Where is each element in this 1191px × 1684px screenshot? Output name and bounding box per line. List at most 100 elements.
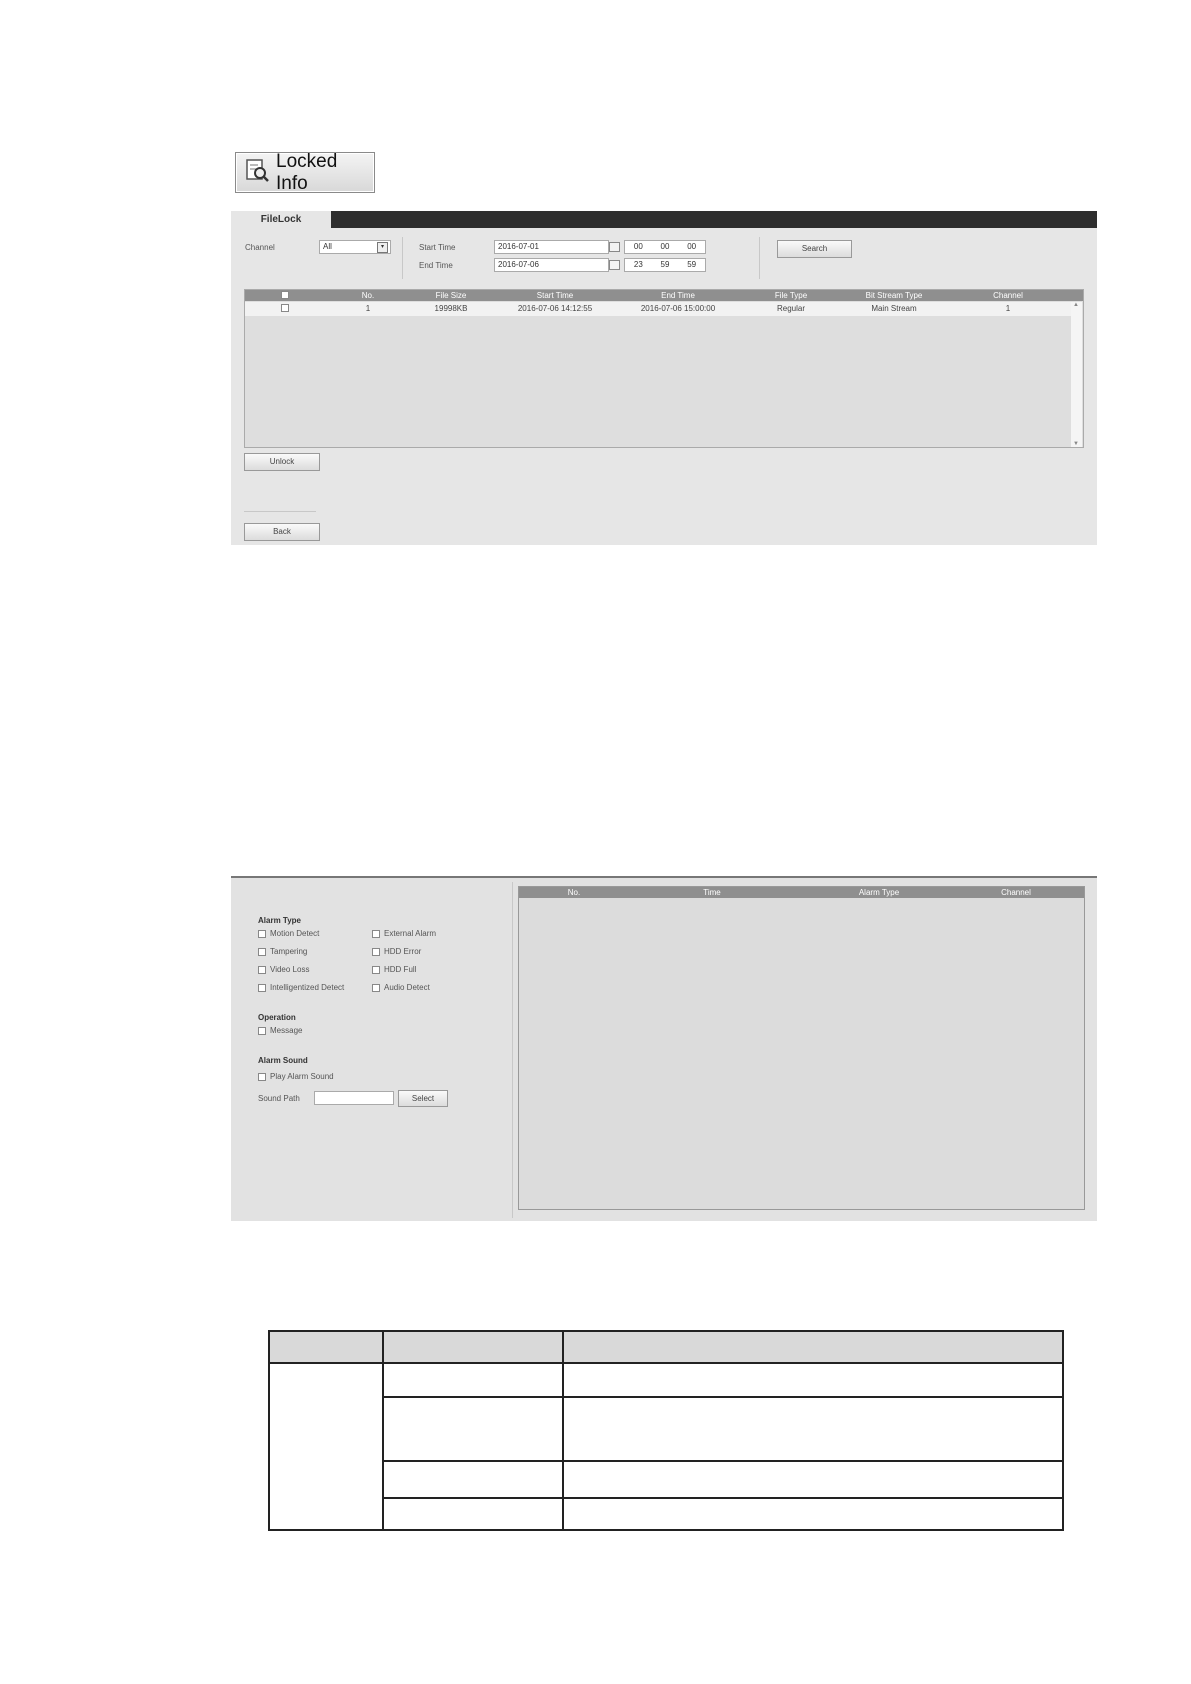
checkbox[interactable] bbox=[258, 1026, 266, 1035]
sound-path-input[interactable] bbox=[314, 1091, 394, 1105]
start-date-input[interactable]: 2016-07-01 bbox=[494, 240, 609, 254]
start-second[interactable]: 00 bbox=[687, 241, 696, 253]
divider bbox=[512, 882, 513, 1218]
row-checkbox[interactable] bbox=[281, 304, 289, 312]
alarm-sound-title: Alarm Sound bbox=[258, 1056, 308, 1065]
select-all-checkbox[interactable] bbox=[281, 291, 289, 299]
video-loss-option[interactable]: Video Loss bbox=[258, 965, 309, 974]
table-cell bbox=[562, 1460, 1064, 1499]
col-no: No. bbox=[567, 888, 581, 897]
start-time-label: Start Time bbox=[419, 243, 456, 252]
external-alarm-option[interactable]: External Alarm bbox=[372, 929, 436, 938]
table-row bbox=[269, 1396, 1064, 1462]
table-cell bbox=[382, 1396, 564, 1462]
calendar-icon[interactable] bbox=[609, 242, 620, 252]
tab-filelock[interactable]: FileLock bbox=[231, 211, 331, 231]
filelock-panel: FileLock Channel All ▾ Start Time 2016-0… bbox=[231, 211, 1097, 545]
chevron-down-icon[interactable]: ▾ bbox=[377, 242, 388, 253]
table-cell bbox=[268, 1362, 384, 1531]
motion-detect-option[interactable]: Motion Detect bbox=[258, 929, 319, 938]
end-second[interactable]: 59 bbox=[687, 259, 696, 271]
table-cell bbox=[382, 1362, 564, 1398]
operation-title: Operation bbox=[258, 1013, 296, 1022]
end-time-label: End Time bbox=[419, 261, 453, 270]
col-file-size: File Size bbox=[435, 291, 467, 300]
cell-start-time: 2016-07-06 14:12:55 bbox=[517, 304, 593, 313]
search-button[interactable]: Search bbox=[777, 240, 852, 258]
col-start-time: Start Time bbox=[536, 291, 574, 300]
end-time-input[interactable]: 23 59 59 bbox=[624, 258, 706, 272]
alarm-panel: Alarm Type Motion Detect External Alarm … bbox=[231, 876, 1097, 1221]
scrollbar[interactable]: ▲ ▼ bbox=[1071, 302, 1082, 447]
end-minute[interactable]: 59 bbox=[661, 259, 670, 271]
table-row bbox=[269, 1460, 1064, 1499]
table-cell bbox=[382, 1497, 564, 1531]
checkbox[interactable] bbox=[258, 929, 266, 938]
start-minute[interactable]: 00 bbox=[661, 241, 670, 253]
scroll-up-icon[interactable]: ▲ bbox=[1073, 302, 1079, 308]
alarm-list-header: No. Time Alarm Type Channel bbox=[519, 887, 1084, 898]
play-alarm-sound-option[interactable]: Play Alarm Sound bbox=[258, 1072, 334, 1081]
table-cell bbox=[382, 1460, 564, 1499]
option-label: External Alarm bbox=[384, 929, 437, 938]
audio-detect-option[interactable]: Audio Detect bbox=[372, 983, 430, 992]
table-cell bbox=[562, 1497, 1064, 1531]
checkbox[interactable] bbox=[258, 965, 266, 974]
option-label: Audio Detect bbox=[384, 983, 430, 992]
message-option[interactable]: Message bbox=[258, 1026, 302, 1035]
divider bbox=[759, 237, 760, 279]
cell-bit-stream-type: Main Stream bbox=[871, 304, 917, 313]
option-label: Tampering bbox=[270, 947, 308, 956]
col-no: No. bbox=[361, 291, 375, 300]
table-row[interactable]: 1 19998KB 2016-07-06 14:12:55 2016-07-06… bbox=[245, 302, 1071, 316]
checkbox[interactable] bbox=[258, 947, 266, 956]
tampering-option[interactable]: Tampering bbox=[258, 947, 307, 956]
start-hour[interactable]: 00 bbox=[634, 241, 643, 253]
alarm-type-title: Alarm Type bbox=[258, 916, 301, 925]
channel-select[interactable]: All ▾ bbox=[319, 240, 391, 254]
select-button[interactable]: Select bbox=[398, 1090, 448, 1107]
col-end-time: End Time bbox=[661, 291, 695, 300]
checkbox[interactable] bbox=[372, 947, 380, 956]
option-label: HDD Full bbox=[384, 965, 417, 974]
option-label: Video Loss bbox=[270, 965, 310, 974]
locked-file-table: No. File Size Start Time End Time File T… bbox=[244, 289, 1084, 448]
table-row bbox=[269, 1497, 1064, 1531]
start-time-input[interactable]: 00 00 00 bbox=[624, 240, 706, 254]
calendar-icon[interactable] bbox=[609, 260, 620, 270]
checkbox[interactable] bbox=[372, 965, 380, 974]
scroll-down-icon[interactable]: ▼ bbox=[1073, 441, 1079, 447]
channel-label: Channel bbox=[245, 243, 275, 252]
channel-value: All bbox=[323, 242, 332, 251]
description-table bbox=[268, 1330, 1064, 1531]
cell-channel: 1 bbox=[1005, 304, 1011, 313]
col-time: Time bbox=[703, 888, 721, 897]
unlock-button[interactable]: Unlock bbox=[244, 453, 320, 471]
header-cell bbox=[382, 1330, 564, 1364]
checkbox[interactable] bbox=[372, 929, 380, 938]
file-search-icon bbox=[244, 157, 270, 189]
hdd-full-option[interactable]: HDD Full bbox=[372, 965, 416, 974]
back-button[interactable]: Back bbox=[244, 523, 320, 541]
checkbox[interactable] bbox=[372, 983, 380, 992]
table-cell bbox=[562, 1362, 1064, 1398]
option-label: HDD Error bbox=[384, 947, 422, 956]
option-label: Play Alarm Sound bbox=[270, 1072, 334, 1081]
divider bbox=[402, 237, 403, 279]
intelligentized-detect-option[interactable]: Intelligentized Detect bbox=[258, 983, 344, 992]
option-label: Intelligentized Detect bbox=[270, 983, 345, 992]
locked-info-button[interactable]: Locked Info bbox=[235, 151, 375, 194]
table-header-row bbox=[268, 1330, 1064, 1364]
divider bbox=[244, 511, 316, 512]
header-cell bbox=[268, 1330, 384, 1364]
checkbox[interactable] bbox=[258, 983, 266, 992]
end-hour[interactable]: 23 bbox=[634, 259, 643, 271]
table-header: No. File Size Start Time End Time File T… bbox=[245, 290, 1083, 301]
end-date-input[interactable]: 2016-07-06 bbox=[494, 258, 609, 272]
cell-end-time: 2016-07-06 15:00:00 bbox=[640, 304, 716, 313]
header-cell bbox=[562, 1330, 1064, 1364]
checkbox[interactable] bbox=[258, 1072, 266, 1081]
col-alarm-type: Alarm Type bbox=[858, 888, 900, 897]
hdd-error-option[interactable]: HDD Error bbox=[372, 947, 421, 956]
option-label: Message bbox=[270, 1026, 303, 1035]
